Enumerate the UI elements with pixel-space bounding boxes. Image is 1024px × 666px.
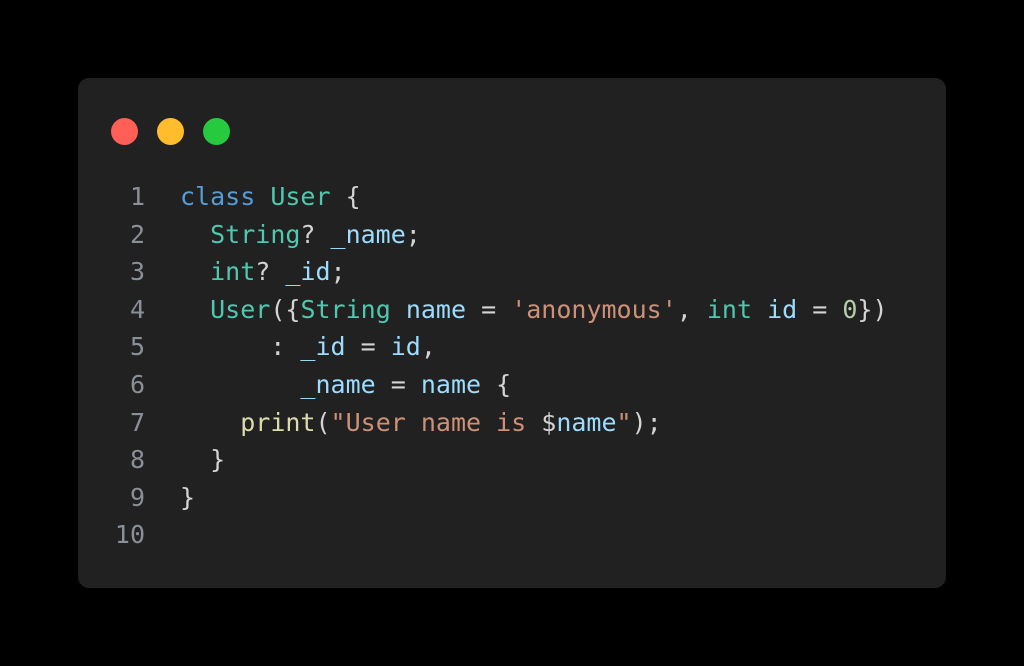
line-number: 8 [129,445,145,475]
code-line-content[interactable]: User({String name = 'anonymous', int id … [145,291,946,329]
code-line-content[interactable]: : _id = id, [145,328,946,366]
code-token-punct: { [330,182,361,211]
code-line[interactable]: 5 : _id = id, [78,328,946,366]
code-line[interactable]: 7 print("User name is $name"); [78,404,946,442]
code-token-punct: ( [315,407,331,437]
line-number: 4 [129,294,145,324]
line-number: 3 [129,257,145,287]
line-number: 10 [114,520,145,550]
code-line-content[interactable]: _name = name { [145,366,946,404]
code-token-type: String [300,294,391,324]
code-token-var: _name [300,369,376,399]
code-token-punct: ; [330,257,346,287]
code-token-var: _id [300,332,346,362]
code-line[interactable]: 9} [78,479,946,517]
code-line-content[interactable]: String? _name; [145,216,946,254]
code-token-var: name [420,369,482,399]
code-token-keyword: class [180,182,256,211]
code-editor-area[interactable]: 1 class User {2 String? _name; 3 int? _id;… [78,178,946,588]
code-token-var: name [556,407,617,437]
line-number: 5 [129,332,145,362]
code-snippet-window: 1 class User {2 String? _name; 3 int? _id;… [78,78,946,588]
maximize-window-button[interactable] [203,118,230,145]
code-token-punct: = [375,369,421,399]
code-token-var: id [767,294,798,324]
code-token-type: User [270,182,331,211]
code-token-var: name [405,294,467,324]
code-line[interactable]: 1 class User { [78,178,946,216]
code-line[interactable]: 8 } [78,441,946,479]
screenshot-root: 1 class User {2 String? _name; 3 int? _id;… [0,0,1024,666]
code-token-punct: ? [255,257,286,287]
code-token-func: print [240,407,316,437]
code-token-var: _name [330,219,406,249]
line-number: 6 [129,369,145,399]
code-token-punct: = [345,332,391,362]
close-window-button[interactable] [111,118,138,145]
code-token-punct: ); [631,407,662,437]
code-token-number: 0 [842,294,858,324]
code-token-type: User [210,294,271,324]
code-token-punct: , [676,294,707,324]
line-number: 7 [129,407,145,437]
code-line[interactable]: 4 User({String name = 'anonymous', int i… [78,291,946,329]
code-line[interactable]: 6 _name = name { [78,366,946,404]
code-token-punct: : [180,332,301,362]
code-token-type: int [210,257,256,287]
code-line-content[interactable]: } [145,479,946,517]
minimize-window-button[interactable] [157,118,184,145]
code-token-punct: ? [300,219,331,249]
code-line-content[interactable]: class User { [145,178,946,216]
code-line-content[interactable]: print("User name is $name"); [145,404,946,442]
code-line[interactable]: 10 [78,516,946,554]
code-line[interactable]: 2 String? _name; [78,216,946,254]
code-line[interactable]: 3 int? _id; [78,253,946,291]
line-number: 1 [129,182,145,211]
code-token-var: id [390,332,421,362]
line-number: 2 [129,219,145,249]
code-token-punct: ({ [270,294,301,324]
line-number: 9 [129,482,145,512]
code-token-type: String [210,219,301,249]
code-token-string: 'anonymous' [511,294,677,324]
code-token-string: " [616,407,632,437]
code-token-var: _id [285,257,331,287]
code-token-punct: } [180,482,196,512]
code-token-string: "User name is [330,407,542,437]
code-token-punct: = [466,294,512,324]
window-controls [111,118,230,145]
code-token-type: int [706,294,753,324]
code-token-punct: { [481,369,512,399]
code-token-punct: $ [541,407,557,437]
code-token-punct: }) [857,294,888,324]
code-token-punct: ; [405,219,421,249]
code-token-punct: } [180,445,226,475]
code-line-content[interactable]: int? _id; [145,253,946,291]
code-token-punct: , [420,332,436,362]
code-line-content[interactable]: } [145,441,946,479]
code-token-punct: = [797,294,843,324]
